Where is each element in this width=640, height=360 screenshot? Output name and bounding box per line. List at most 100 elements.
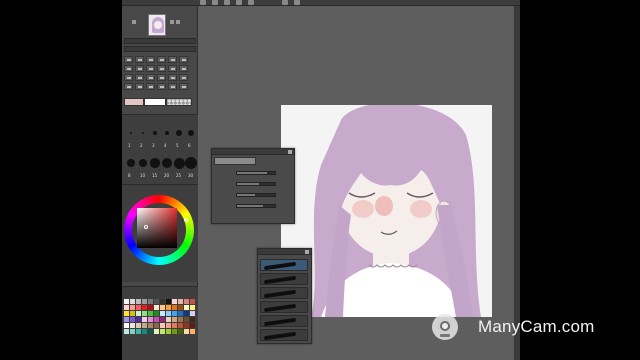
color-swatch[interactable]	[178, 311, 183, 316]
color-swatch[interactable]	[172, 329, 177, 334]
brush-size-preset[interactable]	[187, 129, 195, 137]
color-swatch[interactable]	[124, 317, 129, 322]
close-icon[interactable]	[305, 250, 309, 254]
color-swatch[interactable]	[154, 329, 159, 334]
property-slider-track[interactable]	[236, 171, 276, 175]
rotation-slider[interactable]	[124, 46, 196, 52]
sub-tool-item[interactable]	[260, 301, 308, 313]
color-swatch[interactable]	[190, 323, 195, 328]
sub-tool-item[interactable]	[260, 329, 308, 341]
color-swatch[interactable]	[142, 317, 147, 322]
color-swatch[interactable]	[190, 329, 195, 334]
color-swatch[interactable]	[166, 329, 171, 334]
property-row-3[interactable]	[216, 191, 286, 198]
color-swatch[interactable]	[130, 299, 135, 304]
tool-button[interactable]	[146, 74, 155, 81]
toolbar-icon[interactable]	[294, 0, 300, 5]
color-swatch[interactable]	[142, 323, 147, 328]
tool-button[interactable]	[179, 74, 188, 81]
sub-tool-item[interactable]	[260, 259, 308, 271]
toolbar-icon[interactable]	[248, 0, 254, 5]
color-swatch[interactable]	[136, 299, 141, 304]
color-swatch[interactable]	[172, 305, 177, 310]
color-swatch[interactable]	[190, 305, 195, 310]
fit-icon[interactable]	[132, 20, 136, 24]
color-swatch[interactable]	[178, 317, 183, 322]
tool-button[interactable]	[146, 56, 155, 63]
brush-size-preset[interactable]	[130, 132, 132, 134]
tool-button[interactable]	[157, 74, 166, 81]
color-swatch[interactable]	[124, 329, 129, 334]
color-swatch[interactable]	[130, 323, 135, 328]
brush-size-preset[interactable]	[173, 157, 185, 169]
color-swatch[interactable]	[154, 311, 159, 316]
sub-color-swatch[interactable]	[144, 98, 166, 106]
tool-button[interactable]	[157, 83, 166, 90]
color-swatch[interactable]	[160, 305, 165, 310]
tool-button[interactable]	[168, 74, 177, 81]
hue-picker[interactable]	[184, 218, 188, 222]
sub-tool-item[interactable]	[260, 287, 308, 299]
navigator-slider[interactable]	[124, 38, 196, 44]
transparent-color-swatch[interactable]	[166, 98, 192, 106]
navigator-thumbnail[interactable]	[148, 14, 166, 36]
color-swatch[interactable]	[154, 323, 159, 328]
property-slider-track[interactable]	[236, 204, 276, 208]
color-swatch[interactable]	[184, 299, 189, 304]
brush-size-preset[interactable]	[185, 157, 197, 169]
color-swatch[interactable]	[148, 305, 153, 310]
tool-button[interactable]	[146, 65, 155, 72]
toolbar-icon[interactable]	[200, 0, 206, 5]
property-row-2[interactable]	[216, 180, 286, 187]
brush-size-preset[interactable]	[164, 130, 170, 136]
color-swatch[interactable]	[124, 299, 129, 304]
brush-size-preset[interactable]	[141, 131, 145, 135]
property-slider-track[interactable]	[236, 182, 276, 186]
tool-button[interactable]	[168, 56, 177, 63]
brush-size-preset[interactable]	[176, 130, 182, 136]
color-swatch[interactable]	[148, 311, 153, 316]
color-swatch[interactable]	[148, 299, 153, 304]
color-swatch[interactable]	[172, 311, 177, 316]
brush-size-preset[interactable]	[161, 157, 173, 169]
color-swatch[interactable]	[178, 299, 183, 304]
tool-button[interactable]	[135, 65, 144, 72]
tool-button[interactable]	[168, 65, 177, 72]
color-swatch[interactable]	[178, 329, 183, 334]
color-swatch[interactable]	[166, 311, 171, 316]
color-swatch[interactable]	[184, 305, 189, 310]
close-icon[interactable]	[288, 150, 292, 154]
color-swatch[interactable]	[124, 305, 129, 310]
tool-button[interactable]	[157, 56, 166, 63]
color-swatch[interactable]	[136, 311, 141, 316]
color-swatch[interactable]	[142, 311, 147, 316]
color-swatch[interactable]	[142, 329, 147, 334]
color-swatch[interactable]	[184, 317, 189, 322]
property-row-4[interactable]	[216, 202, 286, 209]
tool-button[interactable]	[157, 65, 166, 72]
color-swatch[interactable]	[130, 311, 135, 316]
color-swatch[interactable]	[136, 317, 141, 322]
main-color-swatch[interactable]	[124, 98, 144, 106]
color-swatch[interactable]	[178, 323, 183, 328]
color-swatch[interactable]	[166, 305, 171, 310]
tool-button[interactable]	[124, 56, 133, 63]
brush-size-preset[interactable]	[127, 159, 135, 167]
color-swatch[interactable]	[148, 329, 153, 334]
color-swatch[interactable]	[130, 329, 135, 334]
sub-tool-item[interactable]	[260, 273, 308, 285]
tool-button[interactable]	[168, 83, 177, 90]
tool-button[interactable]	[179, 56, 188, 63]
color-swatch[interactable]	[166, 317, 171, 322]
color-swatch[interactable]	[160, 317, 165, 322]
color-swatch[interactable]	[154, 299, 159, 304]
tool-button[interactable]	[135, 56, 144, 63]
color-swatch[interactable]	[136, 329, 141, 334]
layer-property-titlebar[interactable]	[212, 149, 294, 155]
color-swatch[interactable]	[178, 305, 183, 310]
artwork-canvas[interactable]	[281, 105, 492, 317]
color-swatch[interactable]	[166, 323, 171, 328]
color-picker[interactable]	[144, 225, 148, 229]
color-swatch[interactable]	[190, 311, 195, 316]
color-swatch[interactable]	[184, 311, 189, 316]
